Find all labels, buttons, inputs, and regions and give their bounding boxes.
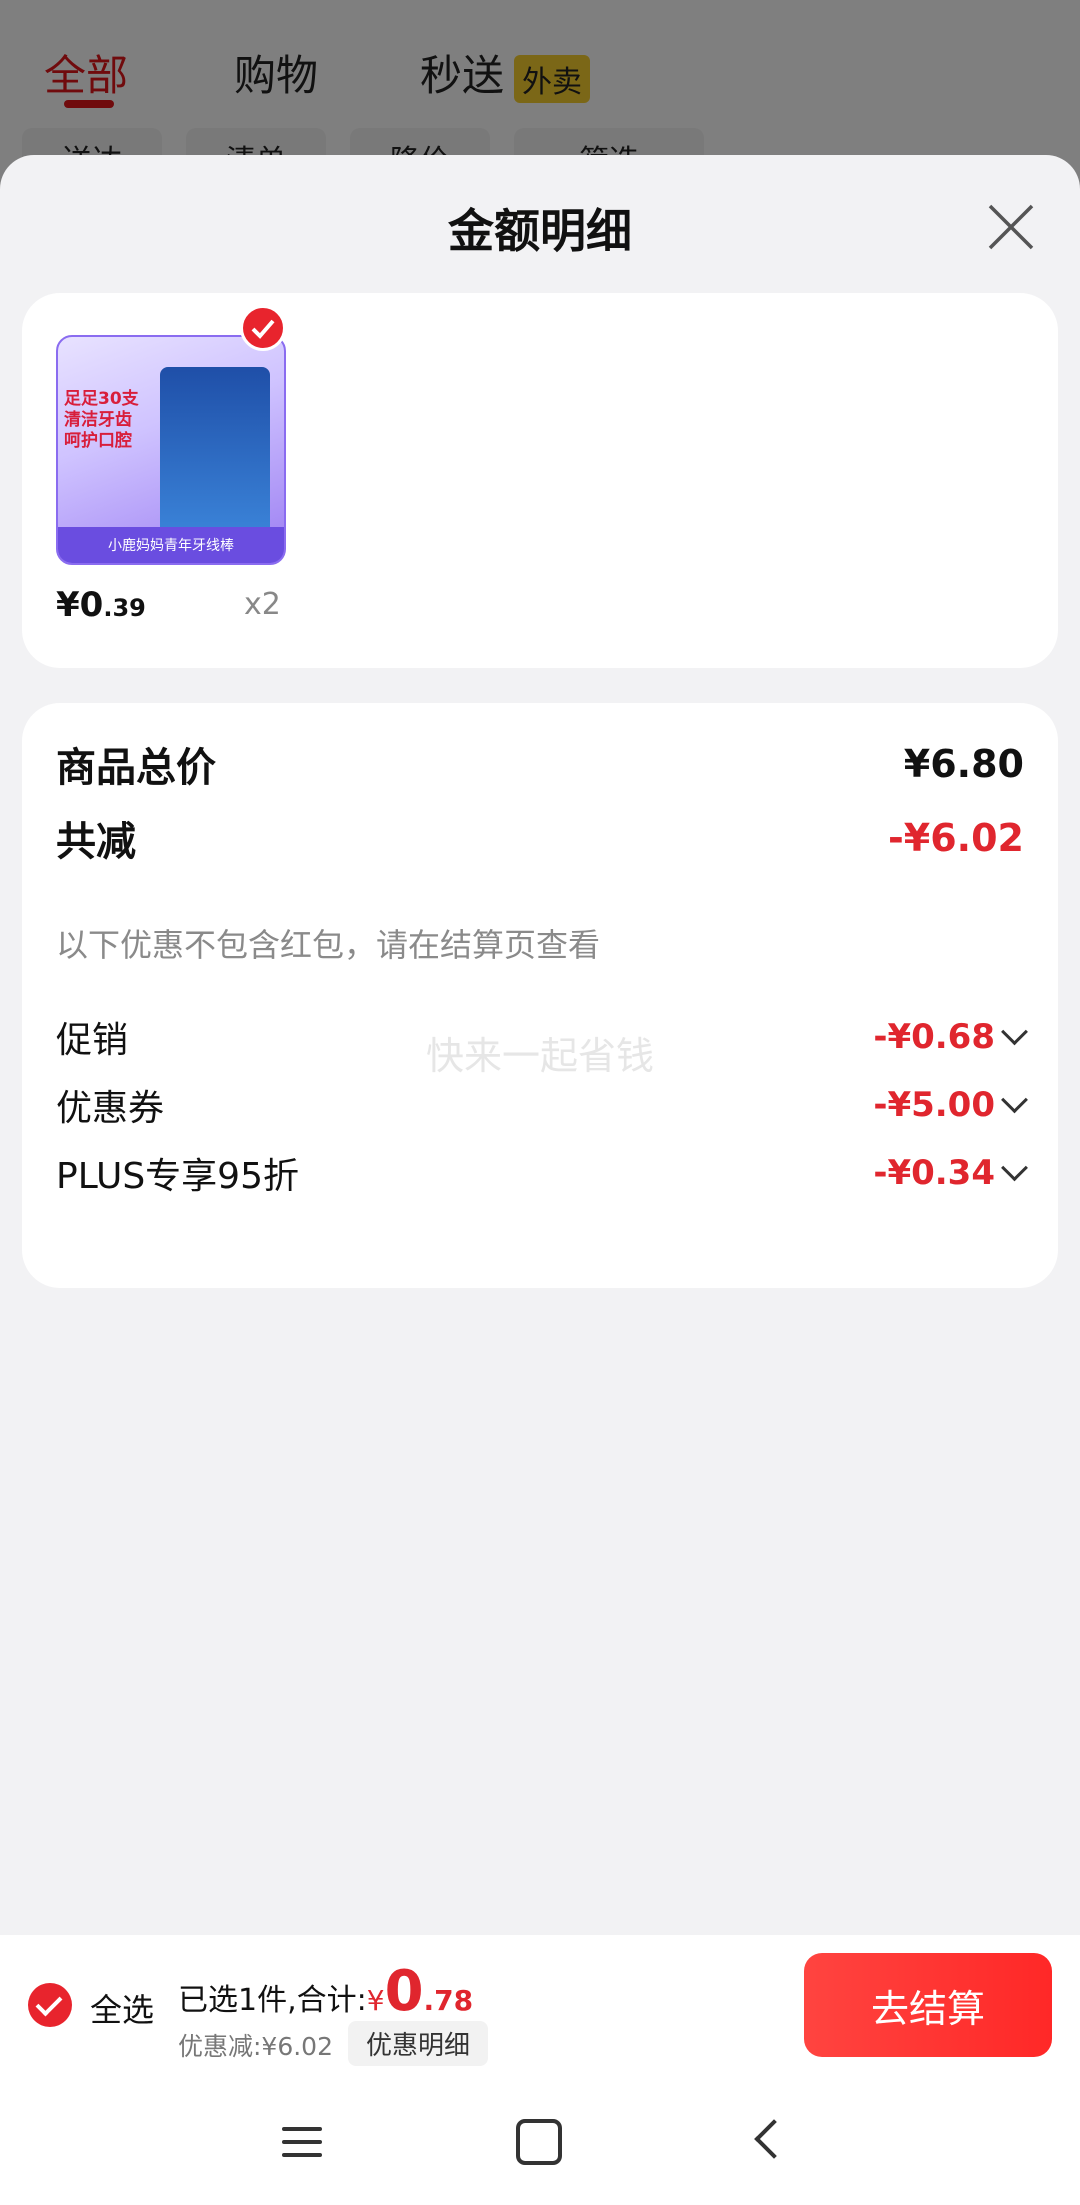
reduce-value: -¥6.02 [888, 816, 1024, 860]
total-value: ¥6.80 [903, 742, 1024, 786]
plus-value: -¥0.34 [873, 1153, 995, 1193]
coupon-label: 优惠券 [56, 1088, 165, 1129]
product-image-text: 足足30支 清洁牙齿 呵护口腔 [64, 389, 139, 451]
selected-summary: 已选1件,合计:¥0.78 [178, 1959, 473, 2024]
total-row: 商品总价 ¥6.80 [56, 735, 1024, 793]
price-int: ¥0 [56, 585, 104, 625]
discount-note: 以下优惠不包含红包，请在结算页查看 [56, 926, 601, 964]
chevron-down-icon[interactable] [1001, 1085, 1028, 1113]
plus-row[interactable]: PLUS专享95折 -¥0.34 [56, 1147, 1028, 1199]
coupon-value: -¥5.00 [873, 1085, 995, 1125]
sheet-title: 金额明细 [448, 204, 632, 258]
back-icon[interactable] [754, 2119, 794, 2159]
promo-label: 促销 [56, 1020, 129, 1061]
select-all-checkbox[interactable] [28, 1983, 72, 2027]
product-price: ¥0.39 [56, 585, 146, 625]
amount-int: 0 [384, 1959, 424, 2024]
reduce-label: 共减 [56, 819, 136, 865]
close-icon[interactable] [984, 200, 1038, 254]
coupon-row[interactable]: 优惠券 -¥5.00 [56, 1079, 1028, 1131]
checkout-bar: 全选 已选1件,合计:¥0.78 优惠减:¥6.02 优惠明细 去结算 [0, 1935, 1080, 2075]
amount-dec: .78 [423, 1984, 474, 2017]
product-image[interactable]: 足足30支 清洁牙齿 呵护口腔 小鹿妈妈青年牙线棒 [56, 335, 286, 565]
reduce-row: 共减 -¥6.02 [56, 809, 1024, 867]
select-all-label[interactable]: 全选 [90, 1985, 154, 2031]
amount-detail-sheet: 金额明细 足足30支 清洁牙齿 呵护口腔 小鹿妈妈青年牙线棒 ¥0.39 x2 商品… [0, 155, 1080, 2205]
chevron-down-icon[interactable] [1001, 1153, 1028, 1181]
plus-label: PLUS专享95折 [56, 1156, 299, 1197]
product-quantity: x2 [244, 587, 281, 622]
price-detail-card: 商品总价 ¥6.80 共减 -¥6.02 以下优惠不包含红包，请在结算页查看 快… [22, 703, 1058, 1288]
product-card: 足足30支 清洁牙齿 呵护口腔 小鹿妈妈青年牙线棒 ¥0.39 x2 [22, 293, 1058, 668]
home-icon[interactable] [516, 2119, 562, 2165]
product-package [160, 367, 270, 537]
selected-text: 已选1件,合计: [178, 1983, 367, 2018]
product-image-caption: 小鹿妈妈青年牙线棒 [58, 527, 284, 563]
total-label: 商品总价 [56, 745, 216, 791]
selected-check-icon [240, 305, 286, 351]
checkout-button[interactable]: 去结算 [804, 1953, 1052, 2057]
price-dec: .39 [103, 594, 146, 622]
discount-detail-button[interactable]: 优惠明细 [348, 2021, 489, 2066]
discount-text: 优惠减:¥6.02 [178, 2032, 333, 2061]
chevron-down-icon[interactable] [1001, 1017, 1028, 1045]
currency-symbol: ¥ [366, 1984, 385, 2017]
promo-row[interactable]: 促销 -¥0.68 [56, 1011, 1028, 1063]
system-nav-bar [0, 2075, 1080, 2205]
promo-value: -¥0.68 [873, 1017, 995, 1057]
menu-icon[interactable] [282, 2127, 322, 2157]
